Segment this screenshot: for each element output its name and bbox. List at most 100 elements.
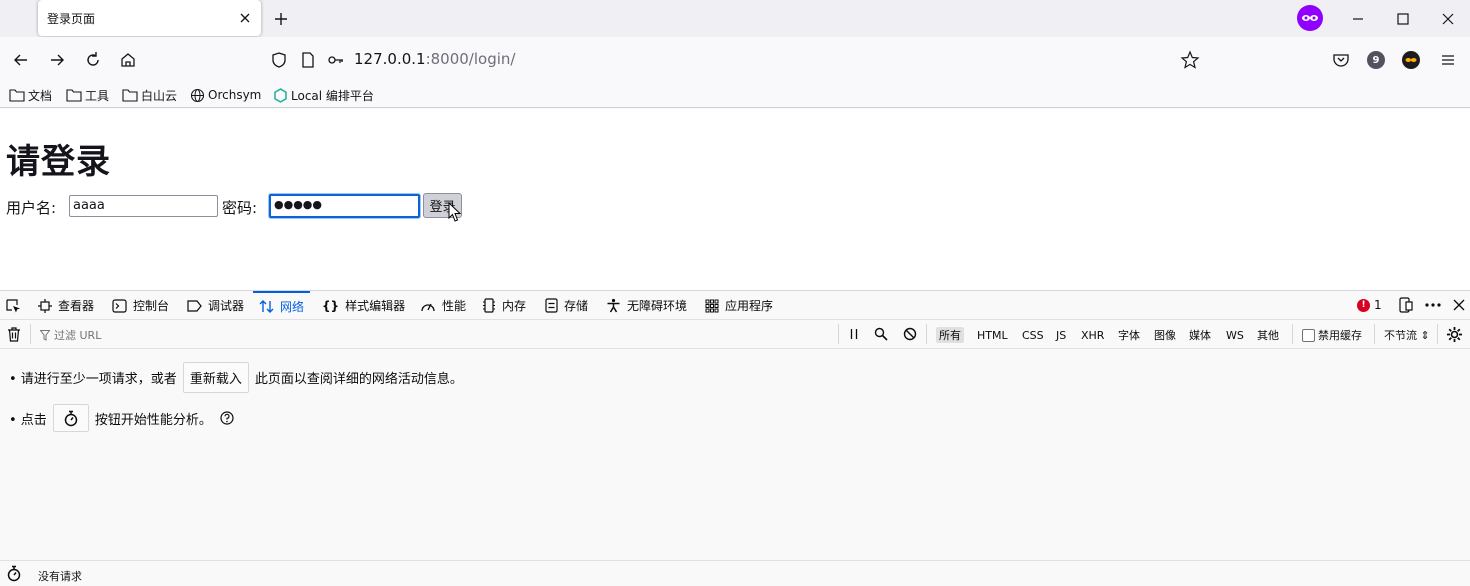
- maximize-icon[interactable]: [1389, 5, 1417, 33]
- console-icon: [112, 298, 127, 313]
- accessibility-icon: [607, 298, 620, 313]
- key-icon[interactable]: [325, 49, 347, 71]
- bookmark-tools[interactable]: 工具: [66, 86, 109, 104]
- filter-label: JS: [1056, 328, 1067, 342]
- element-picker-icon[interactable]: [5, 298, 21, 314]
- username-label: 用户名:: [6, 199, 57, 217]
- bookmark-local-orchestration[interactable]: Local 编排平台: [273, 86, 374, 104]
- inspector-icon: [38, 298, 52, 313]
- bookmark-baishanyun[interactable]: 白山云: [122, 86, 177, 104]
- username-field[interactable]: aaaa: [69, 195, 218, 217]
- network-icon: [259, 300, 274, 313]
- search-icon[interactable]: [874, 327, 888, 341]
- filter-other-button[interactable]: 其他: [1254, 327, 1282, 343]
- tab-debugger[interactable]: 调试器: [187, 291, 244, 320]
- filter-css-button[interactable]: CSS: [1019, 327, 1047, 343]
- tab-strip: 登录页面: [0, 0, 1470, 37]
- tab-label: 内存: [502, 299, 527, 313]
- network-toolbar: 过滤 URL 所有 HTML CSS JS XHR 字体 图像 媒体 WS 其他…: [0, 320, 1470, 349]
- bookmark-orchsym[interactable]: Orchsym: [190, 86, 261, 104]
- filter-images-button[interactable]: 图像: [1151, 327, 1179, 343]
- separator: [838, 324, 839, 344]
- tab-style-editor[interactable]: {} 样式编辑器: [322, 291, 405, 320]
- stopwatch-icon[interactable]: [6, 565, 22, 582]
- trash-icon[interactable]: [7, 327, 21, 342]
- filter-ws-button[interactable]: WS: [1223, 327, 1247, 343]
- disable-cache-checkbox[interactable]: 禁用缓存: [1302, 327, 1362, 343]
- tab-inspector[interactable]: 查看器: [38, 291, 94, 320]
- block-icon[interactable]: [903, 327, 917, 341]
- tab-network[interactable]: 网络: [253, 291, 311, 320]
- filter-xhr-button[interactable]: XHR: [1078, 327, 1107, 343]
- folder-icon: [9, 89, 25, 102]
- help-icon[interactable]: [220, 411, 234, 425]
- filter-media-button[interactable]: 媒体: [1186, 327, 1214, 343]
- close-window-icon[interactable]: [1434, 5, 1462, 33]
- filter-html-button[interactable]: HTML: [974, 327, 1011, 343]
- status-bar: 没有请求: [0, 560, 1470, 586]
- password-field[interactable]: ●●●●●: [269, 194, 420, 218]
- bookmark-docs[interactable]: 文档: [9, 86, 52, 104]
- tab-console[interactable]: 控制台: [112, 291, 169, 320]
- extension-mask-icon[interactable]: [1402, 51, 1420, 69]
- devtools-panel: 查看器 控制台 调试器 网络 {} 样式编辑器 性能 内存 存储 无障碍环境 应…: [0, 290, 1470, 586]
- filter-label: 媒体: [1189, 329, 1211, 342]
- new-tab-icon[interactable]: [270, 8, 292, 30]
- extension-badge-icon[interactable]: 9: [1367, 51, 1385, 69]
- home-icon[interactable]: [117, 49, 139, 71]
- password-label: 密码:: [222, 199, 258, 217]
- shield-icon[interactable]: [268, 49, 290, 71]
- filter-label: XHR: [1081, 328, 1105, 342]
- filter-label: WS: [1226, 328, 1244, 342]
- close-devtools-icon[interactable]: [1451, 297, 1467, 313]
- minimize-icon[interactable]: [1344, 5, 1372, 33]
- reload-icon[interactable]: [82, 49, 104, 71]
- error-count-badge[interactable]: ! 1: [1357, 298, 1382, 312]
- tab-label: 无障碍环境: [627, 299, 688, 313]
- application-icon: [705, 299, 719, 312]
- url-field[interactable]: 127.0.0.1:8000/login/: [354, 50, 515, 68]
- tab-performance[interactable]: 性能: [420, 291, 466, 320]
- bookmark-label: 文档: [28, 88, 53, 103]
- memory-icon: [483, 298, 495, 313]
- filter-label: 所有: [939, 329, 961, 342]
- back-icon[interactable]: [10, 49, 32, 71]
- menu-icon[interactable]: [1437, 49, 1459, 71]
- folder-icon: [66, 89, 82, 102]
- tab-label: 性能: [442, 299, 467, 313]
- separator: [30, 324, 31, 344]
- throttle-select[interactable]: 不节流 ⇕: [1384, 327, 1430, 343]
- status-text: 没有请求: [38, 570, 82, 583]
- filter-all-button[interactable]: 所有: [936, 327, 964, 343]
- responsive-mode-icon[interactable]: [1398, 297, 1414, 313]
- tab-memory[interactable]: 内存: [482, 291, 526, 320]
- close-icon[interactable]: [236, 9, 254, 27]
- separator: [1437, 324, 1438, 344]
- error-icon: !: [1357, 298, 1370, 312]
- tab-application[interactable]: 应用程序: [705, 291, 773, 320]
- forward-icon[interactable]: [46, 49, 68, 71]
- filter-label: 图像: [1154, 329, 1176, 342]
- tab-storage[interactable]: 存储: [545, 291, 588, 320]
- filter-url-input[interactable]: 过滤 URL: [40, 327, 101, 343]
- tab-login[interactable]: 登录页面: [38, 0, 261, 36]
- gear-icon[interactable]: [1446, 326, 1463, 343]
- filter-label: 其他: [1257, 329, 1279, 342]
- message-text: 此页面以查阅详细的网络活动信息。: [254, 372, 463, 387]
- bookmark-label: Orchsym: [208, 88, 262, 102]
- pocket-icon[interactable]: [1330, 49, 1352, 71]
- more-options-icon[interactable]: [1424, 297, 1442, 313]
- star-icon[interactable]: [1179, 49, 1201, 71]
- tab-accessibility[interactable]: 无障碍环境: [606, 291, 687, 320]
- separator: [1374, 324, 1375, 344]
- start-performance-button[interactable]: [52, 404, 89, 432]
- page-icon[interactable]: [297, 49, 319, 71]
- message-text: • 请进行至少一项请求，或者: [9, 372, 177, 387]
- folder-icon: [122, 89, 138, 102]
- filter-js-button[interactable]: JS: [1053, 327, 1069, 343]
- pause-icon[interactable]: [849, 327, 859, 341]
- filter-fonts-button[interactable]: 字体: [1115, 327, 1143, 343]
- stopwatch-icon: [64, 410, 78, 426]
- reload-button[interactable]: 重新载入: [182, 362, 249, 393]
- private-mask-icon[interactable]: [1297, 5, 1323, 31]
